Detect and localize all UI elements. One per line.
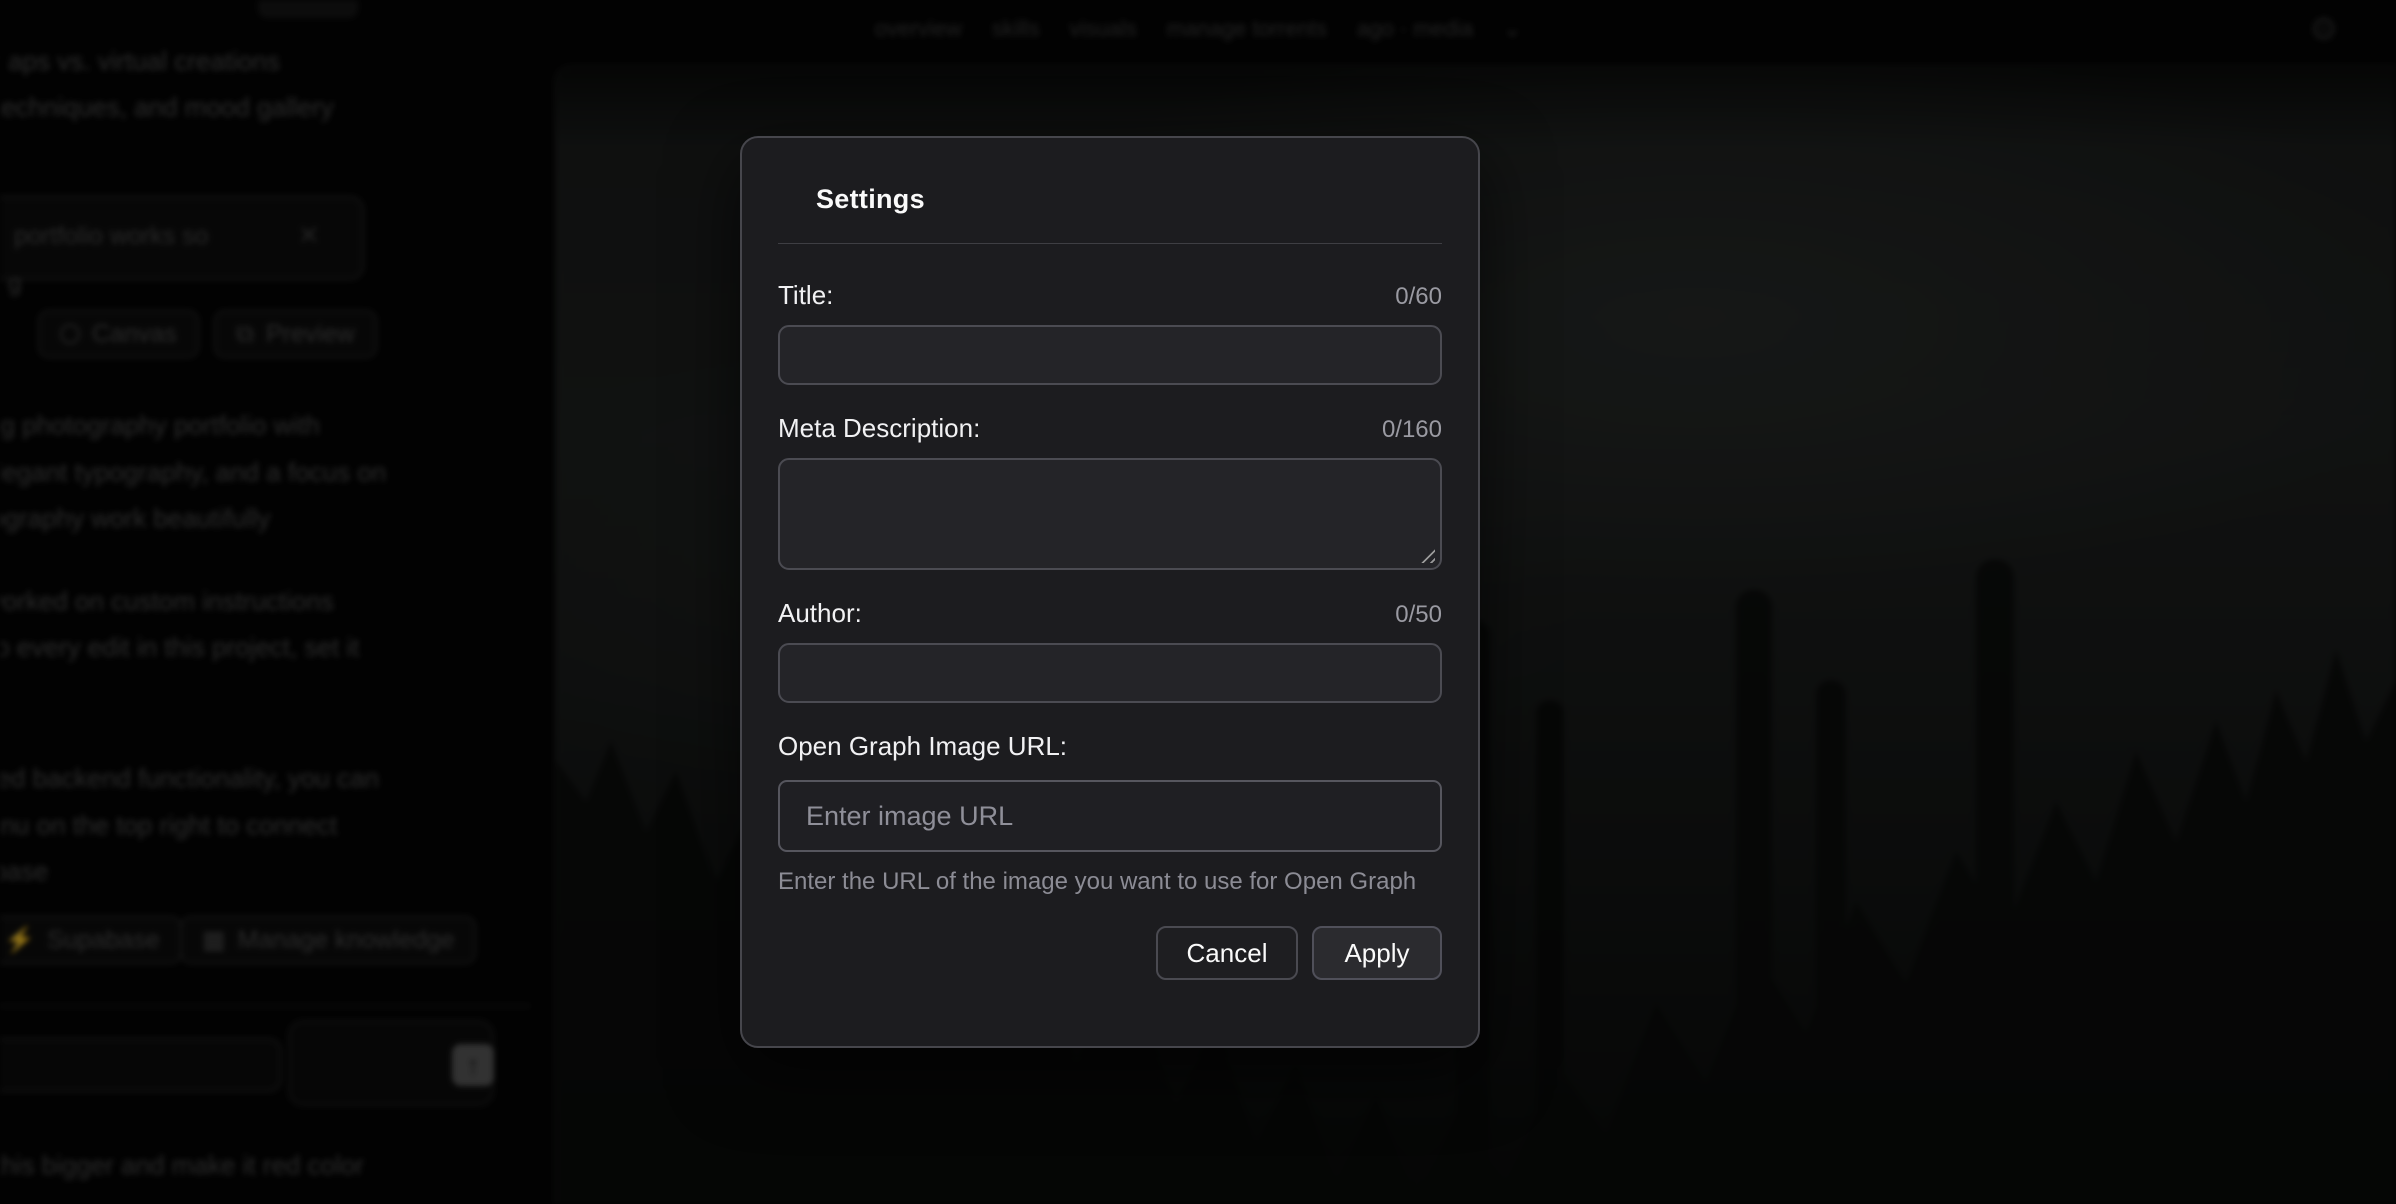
og-image-helper-text: Enter the URL of the image you want to u… xyxy=(778,868,1442,896)
title-label: Title: xyxy=(778,280,833,311)
author-counter: 0/50 xyxy=(1395,601,1442,629)
meta-description-textarea[interactable] xyxy=(778,458,1442,570)
title-counter: 0/60 xyxy=(1395,283,1442,311)
og-image-label: Open Graph Image URL: xyxy=(778,731,1067,762)
author-input[interactable] xyxy=(778,643,1442,703)
settings-dialog: Settings Title: 0/60 Meta Description: 0… xyxy=(740,136,1480,1048)
dialog-title: Settings xyxy=(816,184,1442,215)
meta-description-counter: 0/160 xyxy=(1382,416,1442,444)
dialog-divider xyxy=(778,243,1442,244)
title-input[interactable] xyxy=(778,325,1442,385)
apply-button[interactable]: Apply xyxy=(1312,926,1442,980)
cancel-button[interactable]: Cancel xyxy=(1156,926,1298,980)
meta-description-label: Meta Description: xyxy=(778,413,980,444)
author-label: Author: xyxy=(778,598,862,629)
og-image-url-input[interactable] xyxy=(778,780,1442,852)
